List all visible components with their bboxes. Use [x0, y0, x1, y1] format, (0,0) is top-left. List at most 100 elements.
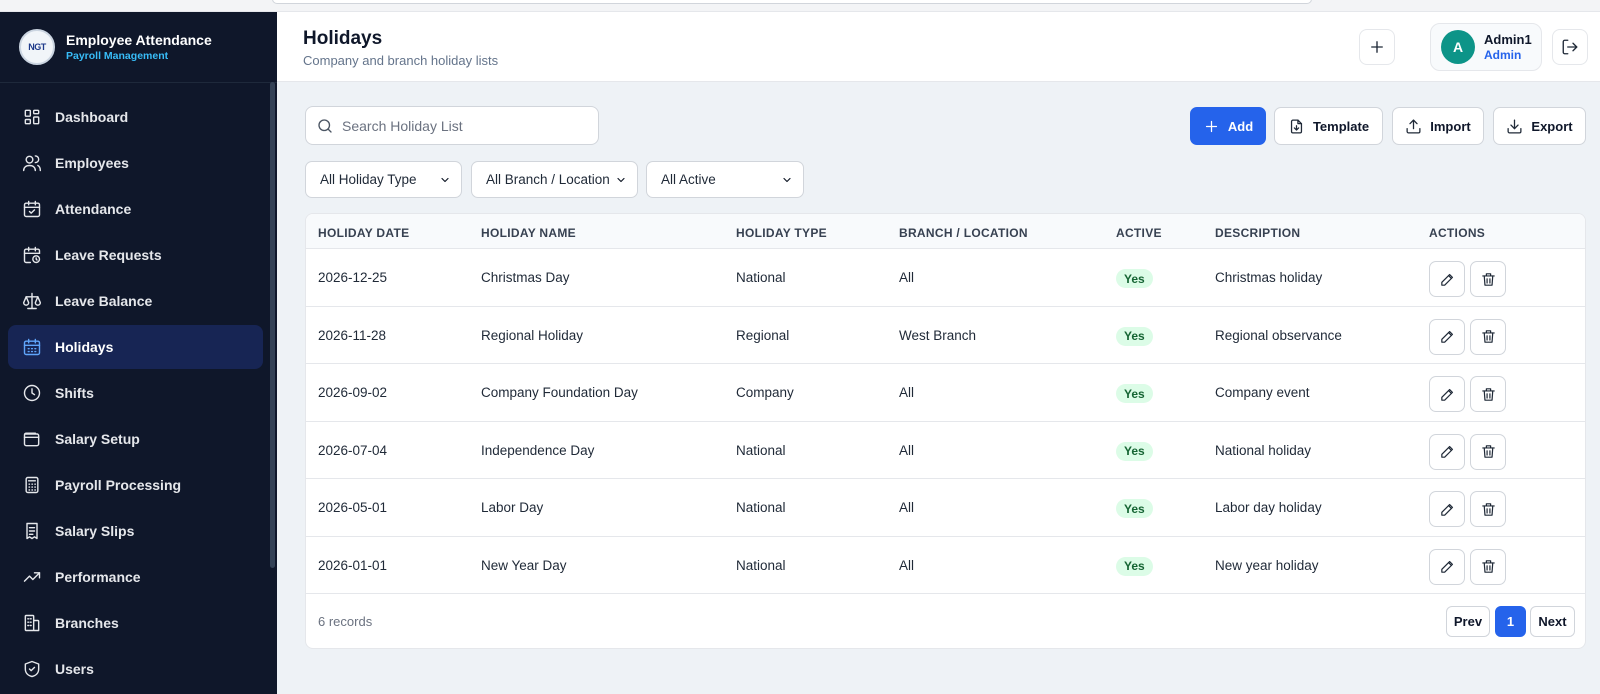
edit-button[interactable] [1429, 491, 1465, 527]
sidebar-item-label: Branches [55, 615, 119, 631]
holiday-branch: West Branch [899, 327, 977, 343]
brand-subtitle: Payroll Management [66, 50, 169, 62]
search-box[interactable] [305, 106, 599, 145]
trending-up-icon [23, 572, 41, 582]
sidebar-item-holidays[interactable]: Holidays [8, 325, 263, 369]
delete-button[interactable] [1470, 433, 1506, 470]
column-header: BRANCH / LOCATION [899, 226, 1028, 240]
edit-button[interactable] [1429, 433, 1465, 470]
add-button[interactable]: Add [1190, 107, 1266, 145]
trash-icon [1481, 272, 1495, 286]
trash-icon [1481, 502, 1495, 516]
scale-icon [22, 292, 42, 310]
delete-button[interactable] [1470, 318, 1506, 355]
holiday-type: National [736, 557, 786, 573]
holiday-date: 2026-09-02 [318, 385, 388, 400]
holiday-branch: All [899, 500, 915, 515]
sidebar-item-label: Salary Slips [55, 523, 135, 539]
holiday-date: 2026-05-01 [318, 500, 388, 515]
address-bar [272, 0, 1312, 4]
template-button[interactable]: Template [1274, 107, 1383, 145]
sidebar-item-label: Salary Setup [55, 431, 140, 447]
delete-button[interactable] [1470, 491, 1506, 527]
sidebar-item-branches[interactable]: Branches [8, 601, 263, 645]
plus-icon [1371, 41, 1383, 53]
edit-button[interactable] [1429, 548, 1465, 585]
quick-add-button[interactable] [1359, 29, 1395, 65]
chevron-down-icon [617, 177, 625, 182]
sidebar-item-employees[interactable]: Employees [8, 141, 263, 185]
active-select[interactable]: All Active [646, 161, 804, 198]
sidebar-item-salary-slips[interactable]: Salary Slips [8, 509, 263, 553]
page-title: Holidays [303, 28, 383, 49]
sidebar-scrollbar[interactable] [270, 82, 275, 568]
sidebar-item-payroll-processing[interactable]: Payroll Processing [8, 463, 263, 507]
delete-button[interactable] [1470, 261, 1506, 297]
holiday-name: Independence Day [481, 442, 595, 458]
trash-icon [1481, 445, 1495, 458]
status-badge: Yes [1116, 384, 1153, 403]
sidebar-item-label: Dashboard [55, 109, 129, 125]
sidebar-item-shifts[interactable]: Shifts [8, 371, 263, 415]
delete-button[interactable] [1470, 548, 1506, 585]
sidebar-item-dashboard[interactable]: Dashboard [8, 95, 263, 139]
edit-button[interactable] [1429, 376, 1465, 412]
active-value: All Active [661, 172, 716, 187]
sidebar-item-performance[interactable]: Performance [8, 555, 263, 599]
file-download-icon [1290, 118, 1303, 134]
import-button[interactable]: Import [1392, 107, 1484, 145]
column-header: ACTIONS [1429, 226, 1486, 240]
sidebar-item-leave-balance[interactable]: Leave Balance [8, 279, 263, 323]
page-1-button[interactable]: 1 [1495, 606, 1526, 637]
delete-button[interactable] [1470, 376, 1506, 412]
sidebar-item-leave-requests[interactable]: Leave Requests [8, 233, 263, 277]
sidebar-item-label: Leave Balance [55, 293, 153, 309]
import-label: Import [1430, 118, 1471, 134]
brand: NGT Employee Attendance Payroll Manageme… [0, 12, 277, 83]
holiday-type: National [736, 270, 786, 285]
status-badge: Yes [1116, 556, 1153, 576]
table-row: 2026-07-04 Independence Day National All… [306, 422, 1585, 479]
sidebar-item-users[interactable]: Users [8, 647, 263, 691]
next-page-button[interactable]: Next [1530, 606, 1575, 637]
holiday-description: Labor day holiday [1215, 500, 1322, 515]
holiday-date: 2026-07-04 [318, 442, 388, 458]
holiday-date: 2026-01-01 [318, 557, 388, 573]
edit-button[interactable] [1429, 261, 1465, 297]
browser-chrome [0, 0, 1600, 12]
holiday-table: HOLIDAY DATE HOLIDAY NAME HOLIDAY TYPE BRAN… [305, 213, 1586, 649]
sidebar-item-label: Employees [55, 155, 129, 171]
sidebar-item-attendance[interactable]: Attendance [8, 187, 263, 231]
status-badge: Yes [1116, 499, 1153, 518]
sidebar-item-salary-setup[interactable]: Salary Setup [8, 417, 263, 461]
edit-button[interactable] [1429, 318, 1465, 355]
holiday-type-value: All Holiday Type [320, 172, 417, 187]
prev-page-button[interactable]: Prev [1446, 606, 1490, 637]
pencil-icon [1440, 330, 1453, 343]
template-label: Template [1312, 118, 1370, 134]
trash-icon [1481, 330, 1495, 343]
trash-icon [1481, 560, 1495, 573]
holiday-type: Regional [736, 327, 790, 343]
holiday-date: 2026-11-28 [318, 327, 387, 343]
shield-icon [24, 660, 40, 678]
calendar-clock-icon [23, 246, 41, 264]
search-input[interactable] [342, 117, 582, 134]
upload-icon [1406, 118, 1421, 134]
top-header: Holidays Company and branch holiday list… [277, 12, 1600, 82]
branch-select[interactable]: All Branch / Location [471, 161, 638, 198]
users-icon [22, 155, 42, 172]
export-button[interactable]: Export [1493, 107, 1586, 145]
chevron-down-icon [441, 177, 449, 182]
add-label: Add [1227, 118, 1254, 134]
holiday-type-select[interactable]: All Holiday Type [305, 161, 462, 198]
logout-button[interactable] [1552, 29, 1588, 65]
holiday-type: National [736, 442, 786, 458]
calculator-icon [25, 476, 39, 494]
page-subtitle: Company and branch holiday lists [303, 53, 499, 68]
holiday-branch: All [899, 442, 915, 458]
holiday-name: Christmas Day [481, 270, 570, 285]
user-menu[interactable]: A Admin1 Admin [1430, 23, 1542, 71]
sidebar-item-label: Payroll Processing [55, 477, 182, 493]
table-row: 2026-12-25 Christmas Day National All Ye… [306, 249, 1585, 307]
